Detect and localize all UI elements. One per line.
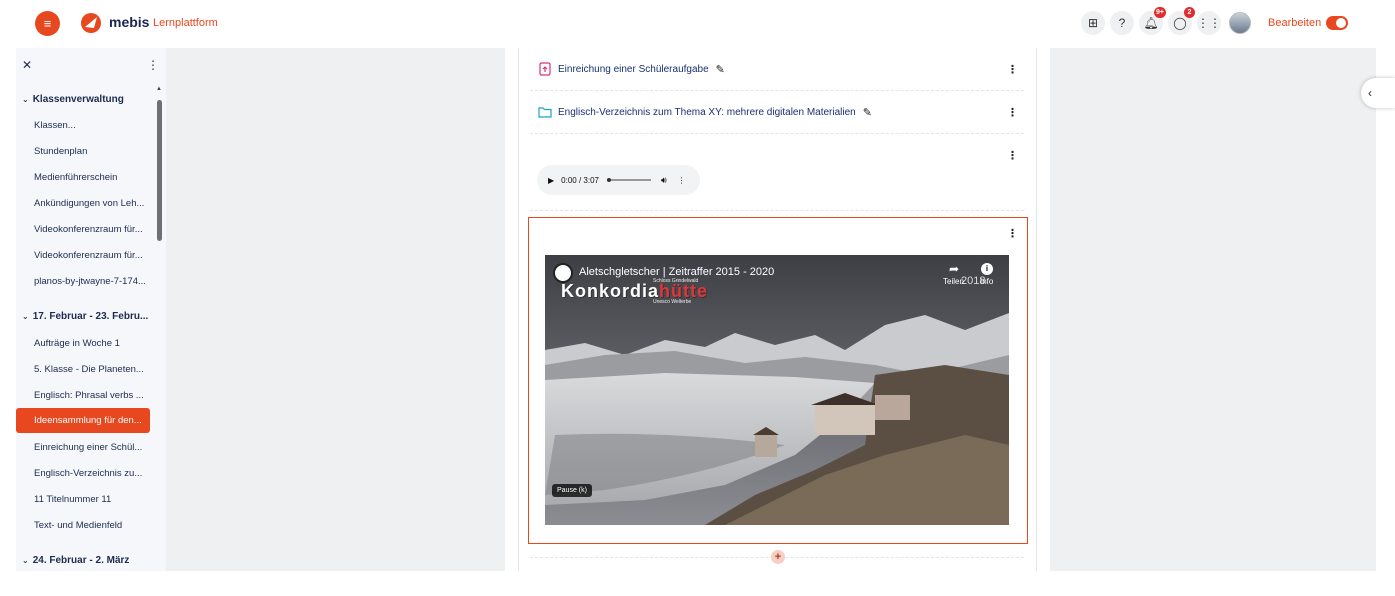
pencil-icon[interactable]: ✎ bbox=[863, 106, 872, 119]
section-title[interactable]: ⌄ 24. Februar - 2. März bbox=[22, 555, 129, 566]
index-item[interactable]: Stundenplan bbox=[34, 146, 87, 157]
activity-divider bbox=[530, 90, 1024, 91]
hamburger-menu-icon[interactable]: ≡ bbox=[35, 11, 60, 36]
edit-mode-label: Bearbeiten bbox=[1268, 17, 1322, 29]
index-item[interactable]: planos-by-jtwayne-7-174... bbox=[34, 276, 146, 287]
index-item[interactable]: Englisch: Phrasal verbs ... bbox=[34, 390, 144, 401]
embedded-video[interactable]: Aletschgletscher | Zeitraffer 2015 - 202… bbox=[545, 255, 1009, 525]
message-badge: 2 bbox=[1184, 7, 1195, 18]
section-title[interactable]: ⌄ 17. Februar - 23. Febru... bbox=[22, 311, 148, 322]
scroll-up-icon[interactable]: ▲ bbox=[156, 86, 162, 92]
activity-menu-icon[interactable]: ⋮ bbox=[1007, 63, 1018, 76]
share-label[interactable]: Teilen bbox=[943, 277, 964, 286]
page-background-right bbox=[1050, 48, 1376, 571]
index-item[interactable]: Aufträge in Woche 1 bbox=[34, 338, 120, 349]
audio-more-icon[interactable]: ⋮ bbox=[678, 176, 686, 185]
avatar[interactable] bbox=[1229, 12, 1251, 34]
share-icon[interactable]: ➦ bbox=[943, 262, 965, 276]
grid-icon[interactable]: ⋮⋮ bbox=[1197, 11, 1221, 35]
audio-time: 0:00 / 3:07 bbox=[561, 175, 599, 185]
index-item-active[interactable]: Ideensammlung für den... bbox=[16, 408, 150, 433]
more-options-icon[interactable]: ⋮ bbox=[147, 58, 159, 72]
top-navbar: ≡ mebis Lernplattform ⊞ ? 🔔︎ 9+ ◯ 2 ⋮⋮ Bea… bbox=[0, 0, 1395, 47]
activity-menu-icon[interactable]: ⋮ bbox=[1007, 227, 1018, 240]
index-item[interactable]: Englisch-Verzeichnis zu... bbox=[34, 468, 142, 479]
pause-tooltip: Pause (k) bbox=[552, 484, 592, 497]
activity-divider bbox=[530, 133, 1024, 134]
video-title[interactable]: Aletschgletscher | Zeitraffer 2015 - 202… bbox=[579, 266, 774, 278]
mebis-logo[interactable] bbox=[80, 12, 102, 34]
folder-icon bbox=[538, 107, 552, 118]
chevron-down-icon: ⌄ bbox=[22, 95, 29, 104]
video-brand-small-top: Schloss Grindelwald bbox=[653, 278, 699, 284]
activity-menu-icon[interactable]: ⋮ bbox=[1007, 106, 1018, 119]
info-icon[interactable]: i bbox=[981, 263, 993, 275]
chevron-down-icon: ⌄ bbox=[22, 312, 29, 321]
help-icon[interactable]: ? bbox=[1110, 11, 1134, 35]
course-index-drawer: ✕ ⋮ ▲ ⌄ Klassenverwaltung Klassen... Stun… bbox=[16, 48, 166, 571]
channel-logo-icon[interactable] bbox=[553, 263, 573, 283]
qr-code-icon[interactable]: ⊞ bbox=[1081, 11, 1105, 35]
scrollbar-thumb[interactable] bbox=[157, 100, 162, 241]
audio-progress-slider[interactable] bbox=[606, 178, 651, 182]
nav-icon-group: ⊞ ? 🔔︎ 9+ ◯ 2 ⋮⋮ bbox=[1081, 7, 1251, 35]
info-label[interactable]: Info bbox=[980, 277, 993, 286]
index-item[interactable]: 11 Titelnummer 11 bbox=[34, 494, 111, 505]
chat-icon[interactable]: ◯ 2 bbox=[1168, 7, 1195, 35]
chevron-left-icon[interactable]: ‹ bbox=[1361, 78, 1395, 108]
audio-player: ▶ 0:00 / 3:07 🔊︎ ⋮ bbox=[537, 165, 700, 195]
index-item[interactable]: 5. Klasse - Die Planeten... bbox=[34, 364, 144, 375]
activity-assignment[interactable]: Einreichung einer Schüleraufgabe ✎ bbox=[538, 62, 725, 76]
index-item[interactable]: Videokonferenzraum für... bbox=[34, 224, 143, 235]
notification-badge: 9+ bbox=[1154, 7, 1166, 18]
index-item[interactable]: Ankündigungen von Leh... bbox=[34, 198, 144, 209]
content-border-left bbox=[518, 48, 519, 571]
volume-icon[interactable]: 🔊︎ bbox=[661, 175, 667, 186]
assignment-icon bbox=[539, 62, 551, 76]
edit-mode-toggle[interactable] bbox=[1326, 16, 1348, 30]
index-item[interactable]: Videokonferenzraum für... bbox=[34, 250, 143, 261]
page-background-left bbox=[166, 48, 505, 571]
activity-title[interactable]: Englisch-Verzeichnis zum Thema XY: mehre… bbox=[558, 107, 856, 118]
bell-icon[interactable]: 🔔︎ 9+ bbox=[1139, 7, 1166, 35]
play-icon[interactable]: ▶ bbox=[548, 176, 554, 185]
activity-menu-icon[interactable]: ⋮ bbox=[1007, 149, 1018, 162]
activity-folder[interactable]: Englisch-Verzeichnis zum Thema XY: mehre… bbox=[538, 105, 872, 119]
section-title[interactable]: ⌄ Klassenverwaltung bbox=[22, 94, 124, 105]
chevron-down-icon: ⌄ bbox=[22, 556, 29, 565]
brand-subtitle: Lernplattform bbox=[153, 17, 218, 29]
activity-title[interactable]: Einreichung einer Schüleraufgabe bbox=[558, 64, 709, 75]
index-item[interactable]: Text- und Medienfeld bbox=[34, 520, 122, 531]
video-brand-small-bottom: Unesco Welterbe bbox=[653, 299, 692, 305]
close-icon[interactable]: ✕ bbox=[22, 58, 32, 72]
content-border-right bbox=[1036, 48, 1037, 571]
index-item[interactable]: Einreichung einer Schül... bbox=[34, 442, 142, 453]
activity-divider bbox=[530, 210, 1024, 211]
add-activity-button[interactable]: + bbox=[771, 550, 785, 564]
index-item[interactable]: Klassen... bbox=[34, 120, 76, 131]
pencil-icon[interactable]: ✎ bbox=[716, 63, 725, 76]
brand-name[interactable]: mebis bbox=[109, 14, 149, 30]
index-item[interactable]: Medienführerschein bbox=[34, 172, 117, 183]
